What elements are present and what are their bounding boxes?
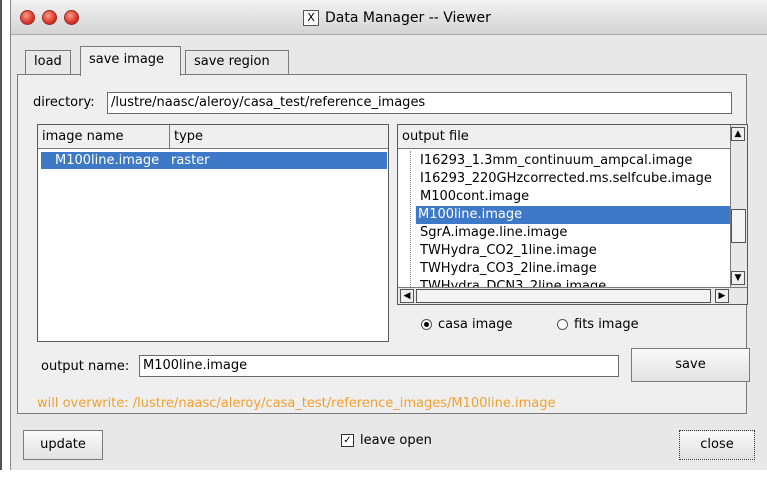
vertical-scrollbar[interactable]: ▲ ▼ [730, 125, 747, 288]
scroll-left-icon[interactable]: ◀ [400, 289, 414, 303]
list-item[interactable]: TWHydra_CO3_2line.image [420, 260, 597, 278]
leave-open-checkbox[interactable]: ✓ leave open [341, 433, 432, 448]
desktop-edge [0, 0, 2, 484]
casa-image-radio[interactable]: casa image [421, 317, 512, 332]
list-item[interactable]: SgrA.image.line.image [420, 224, 567, 242]
image-type-cell: raster [171, 153, 210, 168]
fits-image-radio[interactable]: fits image [557, 317, 639, 332]
radio-unselected-icon [557, 319, 568, 330]
directory-field[interactable]: /lustre/naasc/aleroy/casa_test/reference… [107, 92, 732, 114]
list-item[interactable]: M100cont.image [420, 188, 529, 206]
window-title: X Data Manager -- Viewer [303, 9, 491, 27]
table-row[interactable]: M100line.image raster [41, 152, 387, 169]
scroll-right-icon[interactable]: ▶ [715, 289, 729, 303]
radio-selected-icon [421, 319, 432, 330]
tab-label: save image [89, 52, 165, 67]
list-item-selected[interactable]: M100line.image [416, 206, 733, 224]
output-name-field[interactable]: M100line.image [139, 355, 619, 377]
type-header[interactable]: type [170, 125, 388, 149]
vertical-scroll-thumb[interactable] [731, 209, 746, 243]
tab-label: load [34, 54, 62, 69]
tab-load[interactable]: load [25, 50, 71, 74]
title-bar: X Data Manager -- Viewer [11, 0, 767, 35]
image-name-cell: M100line.image [55, 153, 160, 168]
scroll-up-icon[interactable]: ▲ [731, 127, 745, 141]
checkmark-icon: ✓ [341, 434, 354, 447]
image-name-header[interactable]: image name [38, 125, 170, 149]
save-button[interactable]: save [631, 348, 750, 382]
tree-connector [410, 151, 411, 289]
desktop-bar [0, 470, 767, 484]
list-item[interactable]: TWHydra_CO2_1line.image [420, 242, 597, 260]
list-item[interactable]: I16293_1.3mm_continuum_ampcal.image [420, 152, 692, 170]
zoom-window-icon[interactable] [64, 10, 79, 25]
image-table[interactable]: image name type M100line.image raster [37, 124, 389, 342]
output-file-header[interactable]: output file [398, 125, 731, 149]
update-button[interactable]: update [23, 430, 103, 460]
tab-save-region[interactable]: save region [185, 50, 289, 74]
tab-label: save region [194, 54, 270, 69]
data-manager-window: X Data Manager -- Viewer load save image… [10, 0, 767, 470]
directory-label: directory: [33, 95, 95, 110]
overwrite-warning: will overwrite: /lustre/naasc/aleroy/cas… [37, 396, 556, 411]
close-button[interactable]: close [679, 430, 755, 460]
horizontal-scrollbar[interactable]: ◀ ▶ [398, 287, 747, 304]
output-file-list[interactable]: output file I16293_1.3mm_continuum_ampca… [397, 124, 748, 305]
output-name-label: output name: [41, 359, 130, 374]
window-title-text: Data Manager -- Viewer [325, 10, 491, 26]
close-window-icon[interactable] [20, 10, 35, 25]
leave-open-label: leave open [360, 433, 432, 448]
minimize-window-icon[interactable] [42, 10, 57, 25]
x11-icon: X [303, 10, 319, 26]
scroll-down-icon[interactable]: ▼ [731, 271, 745, 285]
fits-image-label: fits image [574, 317, 639, 332]
casa-image-label: casa image [438, 317, 513, 332]
tab-save-image[interactable]: save image [80, 46, 181, 76]
list-item[interactable]: I16293_220GHzcorrected.ms.selfcube.image [420, 170, 712, 188]
horizontal-scroll-thumb[interactable] [416, 289, 711, 303]
